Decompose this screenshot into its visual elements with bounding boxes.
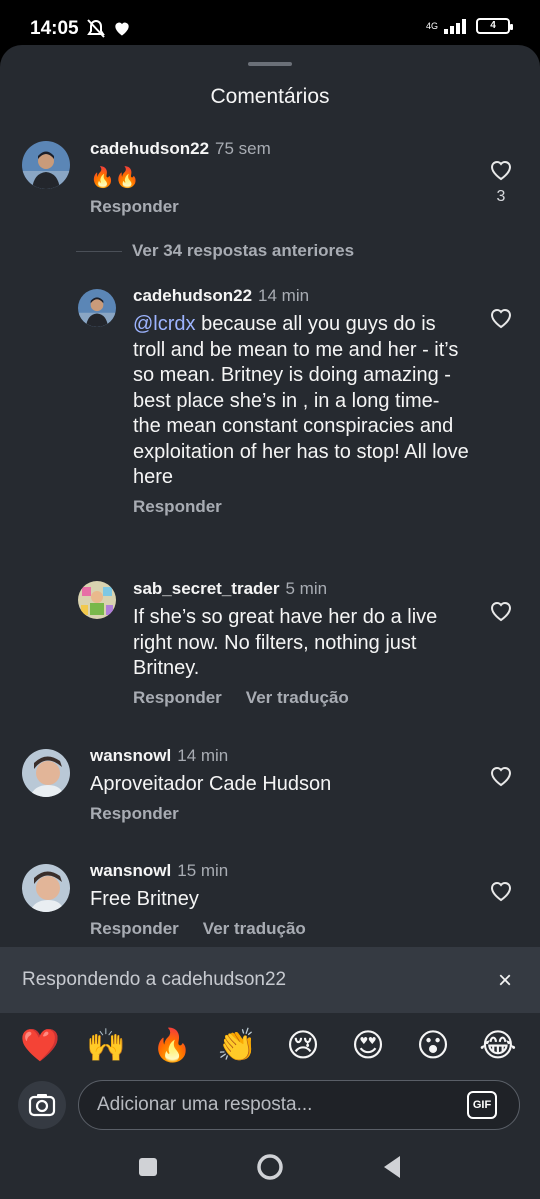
signal-icon bbox=[444, 19, 466, 34]
emoji-clap[interactable]: 👏 bbox=[217, 1025, 257, 1065]
see-translation-button[interactable]: Ver tradução bbox=[246, 688, 349, 708]
mention-link[interactable]: @lcrdx bbox=[133, 313, 196, 335]
reply-comment: sab_secret_trader 5 min If she’s so great… bbox=[133, 579, 469, 708]
status-right: 4G 4 bbox=[425, 18, 513, 34]
emoji-raised-hands[interactable]: 🙌 bbox=[86, 1025, 126, 1065]
emoji-heart[interactable]: ❤️ bbox=[20, 1025, 60, 1065]
reply-input-placeholder: Adicionar uma resposta... bbox=[97, 1094, 313, 1115]
comment-actions: Responder bbox=[90, 804, 470, 824]
system-nav-bar bbox=[0, 1133, 540, 1199]
like-count: 3 bbox=[496, 188, 506, 205]
close-icon[interactable]: × bbox=[498, 967, 512, 995]
avatar[interactable] bbox=[22, 749, 70, 797]
reply-button[interactable]: Responder bbox=[133, 497, 222, 517]
comment-time: 75 sem bbox=[215, 139, 271, 158]
comment-username[interactable]: wansnowl bbox=[90, 746, 171, 765]
divider-line bbox=[76, 250, 122, 252]
emoji-quick-reactions: ❤️ 🙌 🔥 👏 😢 😍 😮 😂 bbox=[0, 1021, 540, 1071]
reply-button[interactable]: Responder bbox=[90, 919, 179, 939]
comment-username[interactable]: cadehudson22 bbox=[90, 139, 209, 158]
reply-input[interactable]: Adicionar uma resposta... GIF bbox=[78, 1080, 520, 1130]
do-not-disturb-icon bbox=[87, 19, 105, 38]
comment-text: If she’s so great have her do a live rig… bbox=[133, 606, 438, 679]
heart-icon bbox=[115, 22, 129, 36]
view-previous-replies[interactable]: Ver 34 respostas anteriores bbox=[76, 241, 354, 261]
replying-to-bar: Respondendo a cadehudson22 × bbox=[0, 947, 540, 1013]
avatar[interactable] bbox=[78, 581, 116, 619]
comment: wansnowl 14 min Aproveitador Cade Hudson … bbox=[90, 746, 470, 824]
like-heart-icon[interactable] bbox=[489, 600, 513, 622]
like-heart-icon[interactable] bbox=[489, 307, 513, 329]
comment: cadehudson22 75 sem 🔥🔥 Responder bbox=[90, 139, 470, 217]
back-icon[interactable] bbox=[380, 1154, 404, 1180]
view-replies-label[interactable]: Ver 34 respostas anteriores bbox=[132, 241, 354, 261]
emoji-crying[interactable]: 😢 bbox=[283, 1025, 323, 1065]
emoji-laughing[interactable]: 😂 bbox=[478, 1025, 518, 1065]
comment-body: because all you guys do is troll and be … bbox=[133, 313, 469, 488]
comment-actions: Responder bbox=[90, 197, 470, 217]
comments-sheet: Comentários cadehudson22 75 sem 🔥🔥 Respon… bbox=[0, 45, 540, 1133]
recent-apps-icon[interactable] bbox=[137, 1156, 159, 1178]
comment-text: Free Britney bbox=[90, 888, 199, 910]
avatar[interactable] bbox=[78, 289, 116, 327]
comment-username[interactable]: cadehudson22 bbox=[133, 286, 252, 305]
avatar[interactable] bbox=[22, 141, 70, 189]
status-time: 14:05 bbox=[30, 18, 79, 39]
emoji-fire[interactable]: 🔥 bbox=[152, 1025, 192, 1065]
drag-handle[interactable] bbox=[248, 62, 292, 66]
emoji-heart-eyes[interactable]: 😍 bbox=[348, 1025, 388, 1065]
see-translation-button[interactable]: Ver tradução bbox=[203, 919, 306, 939]
comment-time: 15 min bbox=[177, 861, 229, 880]
battery-icon: 4 bbox=[476, 18, 513, 34]
replying-to-label: Respondendo a cadehudson22 bbox=[22, 969, 287, 990]
gif-button[interactable]: GIF bbox=[467, 1091, 497, 1119]
sheet-title: Comentários bbox=[210, 85, 330, 108]
camera-icon bbox=[28, 1094, 56, 1117]
comment-time: 14 min bbox=[177, 746, 229, 765]
comment: wansnowl 15 min Free Britney Responder Ve… bbox=[90, 861, 470, 939]
avatar[interactable] bbox=[22, 864, 70, 912]
comment-actions: Responder Ver tradução bbox=[133, 688, 469, 708]
comment-text: @lcrdx because all you guys do is troll … bbox=[133, 312, 469, 491]
emoji-surprised[interactable]: 😮 bbox=[413, 1025, 453, 1065]
reply-comment: cadehudson22 14 min @lcrdx because all yo… bbox=[133, 286, 469, 517]
status-icons-left bbox=[86, 18, 132, 40]
comment-text: Aproveitador Cade Hudson bbox=[90, 773, 332, 795]
reply-button[interactable]: Responder bbox=[133, 688, 222, 708]
comment-time: 5 min bbox=[285, 579, 328, 598]
camera-button[interactable] bbox=[18, 1081, 66, 1129]
reply-button[interactable]: Responder bbox=[90, 197, 179, 217]
home-icon[interactable] bbox=[255, 1152, 285, 1182]
comment-username[interactable]: sab_secret_trader bbox=[133, 579, 279, 598]
comment-actions: Responder Ver tradução bbox=[90, 919, 470, 939]
reply-input-row: Adicionar uma resposta... GIF bbox=[0, 1077, 540, 1133]
network-label: 4G bbox=[425, 20, 438, 31]
comment-actions: Responder bbox=[133, 497, 469, 517]
like-heart-icon[interactable] bbox=[489, 159, 513, 181]
comment-time: 14 min bbox=[258, 286, 310, 305]
like-heart-icon[interactable] bbox=[489, 765, 513, 787]
reply-button[interactable]: Responder bbox=[90, 804, 179, 824]
like-heart-icon[interactable] bbox=[489, 880, 513, 902]
comment-username[interactable]: wansnowl bbox=[90, 861, 171, 880]
comment-text: 🔥🔥 bbox=[90, 165, 140, 189]
